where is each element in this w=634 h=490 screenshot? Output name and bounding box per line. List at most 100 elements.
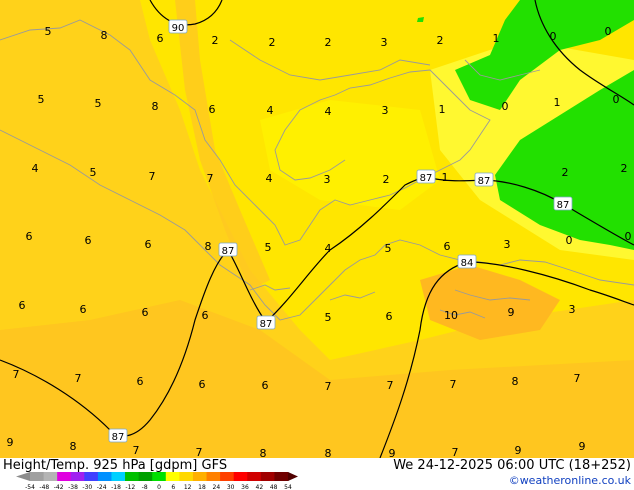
scale-tick-label: -8	[142, 484, 148, 490]
temp-label: 6	[80, 303, 87, 316]
temp-label: 2	[437, 34, 444, 47]
scale-swatch	[97, 472, 112, 481]
temp-label: 8	[152, 100, 159, 113]
temp-label: 7	[450, 378, 457, 391]
temp-label: 1	[554, 96, 561, 109]
scale-tick-label: 12	[184, 484, 192, 490]
scale-tick-label: 48	[270, 484, 278, 490]
map-datetime: We 24-12-2025 06:00 UTC (18+252)	[393, 458, 631, 473]
temp-label: 2	[325, 36, 332, 49]
scale-tick-label: -42	[54, 484, 64, 490]
temp-label: 5	[38, 93, 45, 106]
temp-label: 9	[515, 444, 522, 457]
temp-label: 9	[579, 440, 586, 453]
scale-swatch	[138, 472, 153, 481]
scale-swatch	[111, 472, 126, 481]
temp-label: 6	[145, 238, 152, 251]
temp-label: 5	[90, 166, 97, 179]
temp-label: 3	[381, 36, 388, 49]
temp-label: 7	[149, 170, 156, 183]
temp-label: 1	[493, 32, 500, 45]
scale-swatch	[179, 472, 194, 481]
scale-tick-label: 42	[256, 484, 264, 490]
temp-label: 7	[452, 446, 459, 458]
temp-label: 6	[262, 379, 269, 392]
scale-arrow-left	[16, 472, 30, 481]
temp-label: 10	[444, 309, 458, 322]
height-label: 87	[108, 428, 128, 443]
scale-swatch	[125, 472, 140, 481]
temp-label: 7	[75, 372, 82, 385]
temp-label: 4	[325, 105, 332, 118]
scale-swatch	[152, 472, 167, 481]
temp-label: 6	[26, 230, 33, 243]
temp-label: 0	[566, 234, 573, 247]
scale-tick-label: 54	[284, 484, 292, 490]
scale-tick-label: 0	[157, 484, 161, 490]
scale-tick-label: -24	[97, 484, 107, 490]
scale-swatch	[43, 472, 58, 481]
temp-label: 4	[32, 162, 39, 175]
height-label-text: 87	[112, 432, 125, 443]
temp-label: 6	[142, 306, 149, 319]
temp-label: 0	[625, 230, 632, 243]
scale-tick-label: -38	[68, 484, 78, 490]
height-label: 87	[416, 169, 436, 184]
temp-label: 8	[205, 240, 212, 253]
temp-label: 0	[605, 25, 612, 38]
scale-tick-label: -54	[25, 484, 35, 490]
temp-label: 2	[212, 34, 219, 47]
temp-label: 6	[137, 375, 144, 388]
temp-label: 8	[260, 447, 267, 458]
scale-tick-label: -30	[82, 484, 92, 490]
credit-link[interactable]: ©weatheronline.co.uk	[509, 474, 631, 487]
temp-label: 7	[207, 172, 214, 185]
scale-tick-label: 24	[213, 484, 221, 490]
temp-label: 9	[389, 447, 396, 458]
scale-tick-label: 30	[227, 484, 235, 490]
temp-label: 7	[574, 372, 581, 385]
temp-label: 6	[19, 299, 26, 312]
temp-label: 6	[444, 240, 451, 253]
scale-swatch	[274, 472, 289, 481]
temp-label: 7	[325, 380, 332, 393]
height-label-text: 87	[260, 319, 273, 330]
scale-arrow-right	[288, 472, 298, 481]
temp-label: 6	[85, 234, 92, 247]
temp-label: 6	[199, 378, 206, 391]
height-label-text: 87	[420, 173, 433, 184]
temp-label: 2	[562, 166, 569, 179]
color-scale-bar	[16, 472, 298, 481]
temp-label: 5	[325, 311, 332, 324]
height-label: 87	[218, 242, 238, 257]
temp-label: 4	[325, 242, 332, 255]
temp-label: 2	[621, 162, 628, 175]
scale-swatch	[192, 472, 208, 481]
temp-label: 9	[508, 306, 515, 319]
scale-tick-label: -18	[111, 484, 121, 490]
scale-swatch	[70, 472, 85, 481]
temp-label: 0	[613, 93, 620, 106]
height-label-text: 87	[478, 176, 491, 187]
temp-label: 8	[101, 29, 108, 42]
temp-label: 8	[70, 440, 77, 453]
temp-label: 9	[7, 436, 14, 449]
temp-label: 0	[502, 100, 509, 113]
temp-label: 1	[439, 103, 446, 116]
temp-label: 3	[324, 173, 331, 186]
color-scale: -54 -48 -42 -38 -30 -24 -18 -12 -8 0 6 12 18 24 30 36 42…	[16, 472, 298, 490]
weather-map: 908787 8787848787 5 8 6 2 2 2 3 2 1 0 05 5 8 6 4 4 3 1 0 1 04…	[0, 0, 634, 458]
temp-label: 8	[325, 447, 332, 458]
temp-label: 3	[569, 303, 576, 316]
scale-tick-label: 6	[171, 484, 175, 490]
scale-tick-label: -48	[39, 484, 49, 490]
scale-tick-label: -12	[125, 484, 135, 490]
temp-label: 5	[265, 241, 272, 254]
scale-swatch	[84, 472, 99, 481]
scale-swatch	[233, 472, 248, 481]
scale-swatch	[57, 472, 72, 481]
scale-swatch	[220, 472, 235, 481]
temp-label: 8	[512, 375, 519, 388]
scale-tick-label: 36	[241, 484, 249, 490]
temp-label: 2	[269, 36, 276, 49]
